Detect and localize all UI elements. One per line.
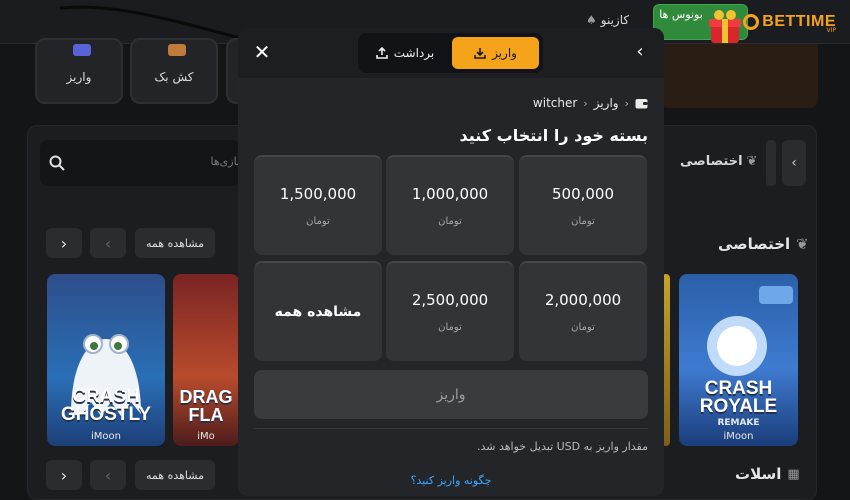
deposit-button[interactable]: واریز (254, 370, 648, 419)
game-title: DRAG FLA (179, 387, 233, 425)
game-subtitle: REMAKE (717, 418, 760, 428)
quick-card-label: کش بک (154, 70, 194, 84)
see-all-label: مشاهده همه (146, 468, 204, 482)
package-currency: تومان (438, 216, 462, 227)
tab-deposit-label: واریز (492, 46, 517, 60)
game-tile[interactable]: CRASH ROYALE REMAKE iMoon (679, 274, 798, 446)
package-currency: تومان (571, 322, 595, 333)
tab-divider (766, 140, 776, 186)
tab-deposit[interactable]: واریز (452, 37, 539, 69)
package-amount: 2,000,000 (544, 291, 622, 309)
section-title-exclusive: ❦ اختصاصی (718, 235, 809, 253)
breadcrumb: ‹ واریز ‹ witcher (533, 96, 648, 110)
section-title-slots: ▦ اسلات (735, 465, 800, 483)
quick-card-label: واریز (66, 70, 92, 84)
game-provider: iMoon (91, 431, 121, 442)
package-card[interactable]: 1,000,000 تومان (386, 155, 514, 255)
chevron-right-icon: › (60, 465, 68, 485)
game-title: CRASH GHOSTLY (60, 386, 152, 425)
search-input[interactable]: بازی‌ها (40, 140, 240, 186)
chevron-left-icon: ‹ (104, 233, 112, 253)
quick-card-cashback[interactable]: کش بک (130, 38, 218, 104)
cashback-icon (168, 44, 186, 56)
casino-link[interactable]: کازینو ♠ (586, 13, 629, 27)
tab-exclusive-label: اختصاصی (680, 154, 743, 169)
see-all-packages-card[interactable]: مشاهده همه (254, 261, 382, 361)
section-title-text: اختصاصی (718, 235, 791, 253)
package-amount: 1,500,000 (279, 185, 357, 203)
bonus-label: بونوس ها (659, 8, 703, 21)
promo-banner[interactable] (660, 44, 818, 108)
modal-header: ✕ برداشت واریز ‹ (238, 28, 664, 78)
package-card[interactable]: 2,000,000 تومان (519, 261, 647, 361)
game-provider: iMoon (723, 431, 754, 442)
feather-icon: ❦ (796, 235, 809, 253)
game-tile[interactable]: DRAG FLA iMo (173, 274, 239, 446)
chevron-left-icon[interactable]: ‹ (630, 40, 650, 64)
scribble-decoration (59, 5, 241, 40)
package-card[interactable]: 1,500,000 تومان (254, 155, 382, 255)
wallet-icon (635, 98, 648, 108)
chevron-right-icon: › (60, 233, 68, 253)
chevron-left-icon: ‹ (791, 155, 797, 171)
modal-title: بسته خود را انتخاب کنید (459, 126, 648, 145)
game-title: CRASH ROYALE (699, 378, 778, 417)
breadcrumb-current: witcher (532, 96, 578, 110)
package-card[interactable]: 2,500,000 تومان (386, 261, 514, 361)
quick-card-deposit[interactable]: واریز (35, 38, 123, 104)
logo-text: BETTIME (762, 13, 836, 30)
package-card[interactable]: 500,000 تومان (519, 155, 647, 255)
conversion-note: مقدار واریز به USD تبدیل خواهد شد. (476, 440, 648, 453)
logo-vip: VIP (826, 27, 837, 34)
upload-icon (375, 47, 388, 59)
game-tile[interactable]: CRASH GHOSTLY iMoon (47, 274, 165, 446)
tab-withdraw[interactable]: برداشت (362, 37, 448, 69)
tabs-scroll-button[interactable]: ‹ (782, 140, 806, 186)
chevron-left-icon: ‹ (104, 465, 112, 485)
package-amount: 500,000 (551, 185, 615, 203)
deposit-modal: ✕ برداشت واریز ‹ ‹ واریز ‹ witcher بسته … (238, 28, 664, 496)
chevron-left-icon: ‹ (583, 96, 588, 110)
search-icon (49, 155, 65, 171)
casino-label: کازینو (600, 13, 630, 27)
see-all-button[interactable]: مشاهده همه (135, 228, 215, 258)
breadcrumb-root[interactable]: واریز (594, 96, 619, 110)
close-icon[interactable]: ✕ (252, 40, 272, 64)
brand-logo[interactable]: BETTIME VIP (743, 11, 837, 34)
carousel-prev-button[interactable]: ‹ (90, 228, 126, 258)
deposit-withdraw-toggle: برداشت واریز (358, 33, 543, 73)
carousel-next-button[interactable]: › (46, 228, 82, 258)
carousel-prev-button[interactable]: ‹ (90, 460, 126, 490)
chevron-left-icon: ‹ (624, 96, 629, 110)
deposit-button-label: واریز (436, 386, 466, 403)
how-to-deposit-link[interactable]: چگونه واریز کنید؟ (238, 474, 664, 487)
spade-icon: ♠ (586, 13, 597, 27)
logo-mark-icon (743, 14, 760, 30)
package-currency: تومان (438, 322, 462, 333)
search-placeholder: بازی‌ها (210, 155, 241, 168)
divider (254, 428, 648, 429)
package-currency: تومان (571, 216, 595, 227)
game-provider: iMo (197, 431, 215, 442)
section-title-text: اسلات (735, 465, 782, 483)
wallet-icon (73, 44, 91, 56)
tab-withdraw-label: برداشت (393, 46, 435, 60)
bonus-button[interactable]: بونوس ها (653, 4, 748, 43)
feather-icon: ❦ (746, 154, 758, 169)
gift-icon (709, 10, 741, 43)
see-all-button[interactable]: مشاهده همه (135, 460, 215, 490)
see-all-label: مشاهده همه (146, 236, 204, 250)
package-amount: 2,500,000 (411, 291, 489, 309)
carousel-next-button[interactable]: › (46, 460, 82, 490)
package-amount: 1,000,000 (411, 185, 489, 203)
package-currency: تومان (306, 216, 330, 227)
see-all-label: مشاهده همه (274, 304, 362, 320)
tab-exclusive[interactable]: ❦ اختصاصی (680, 154, 757, 169)
slot-machine-icon: ▦ (787, 466, 800, 482)
download-icon (474, 48, 486, 59)
